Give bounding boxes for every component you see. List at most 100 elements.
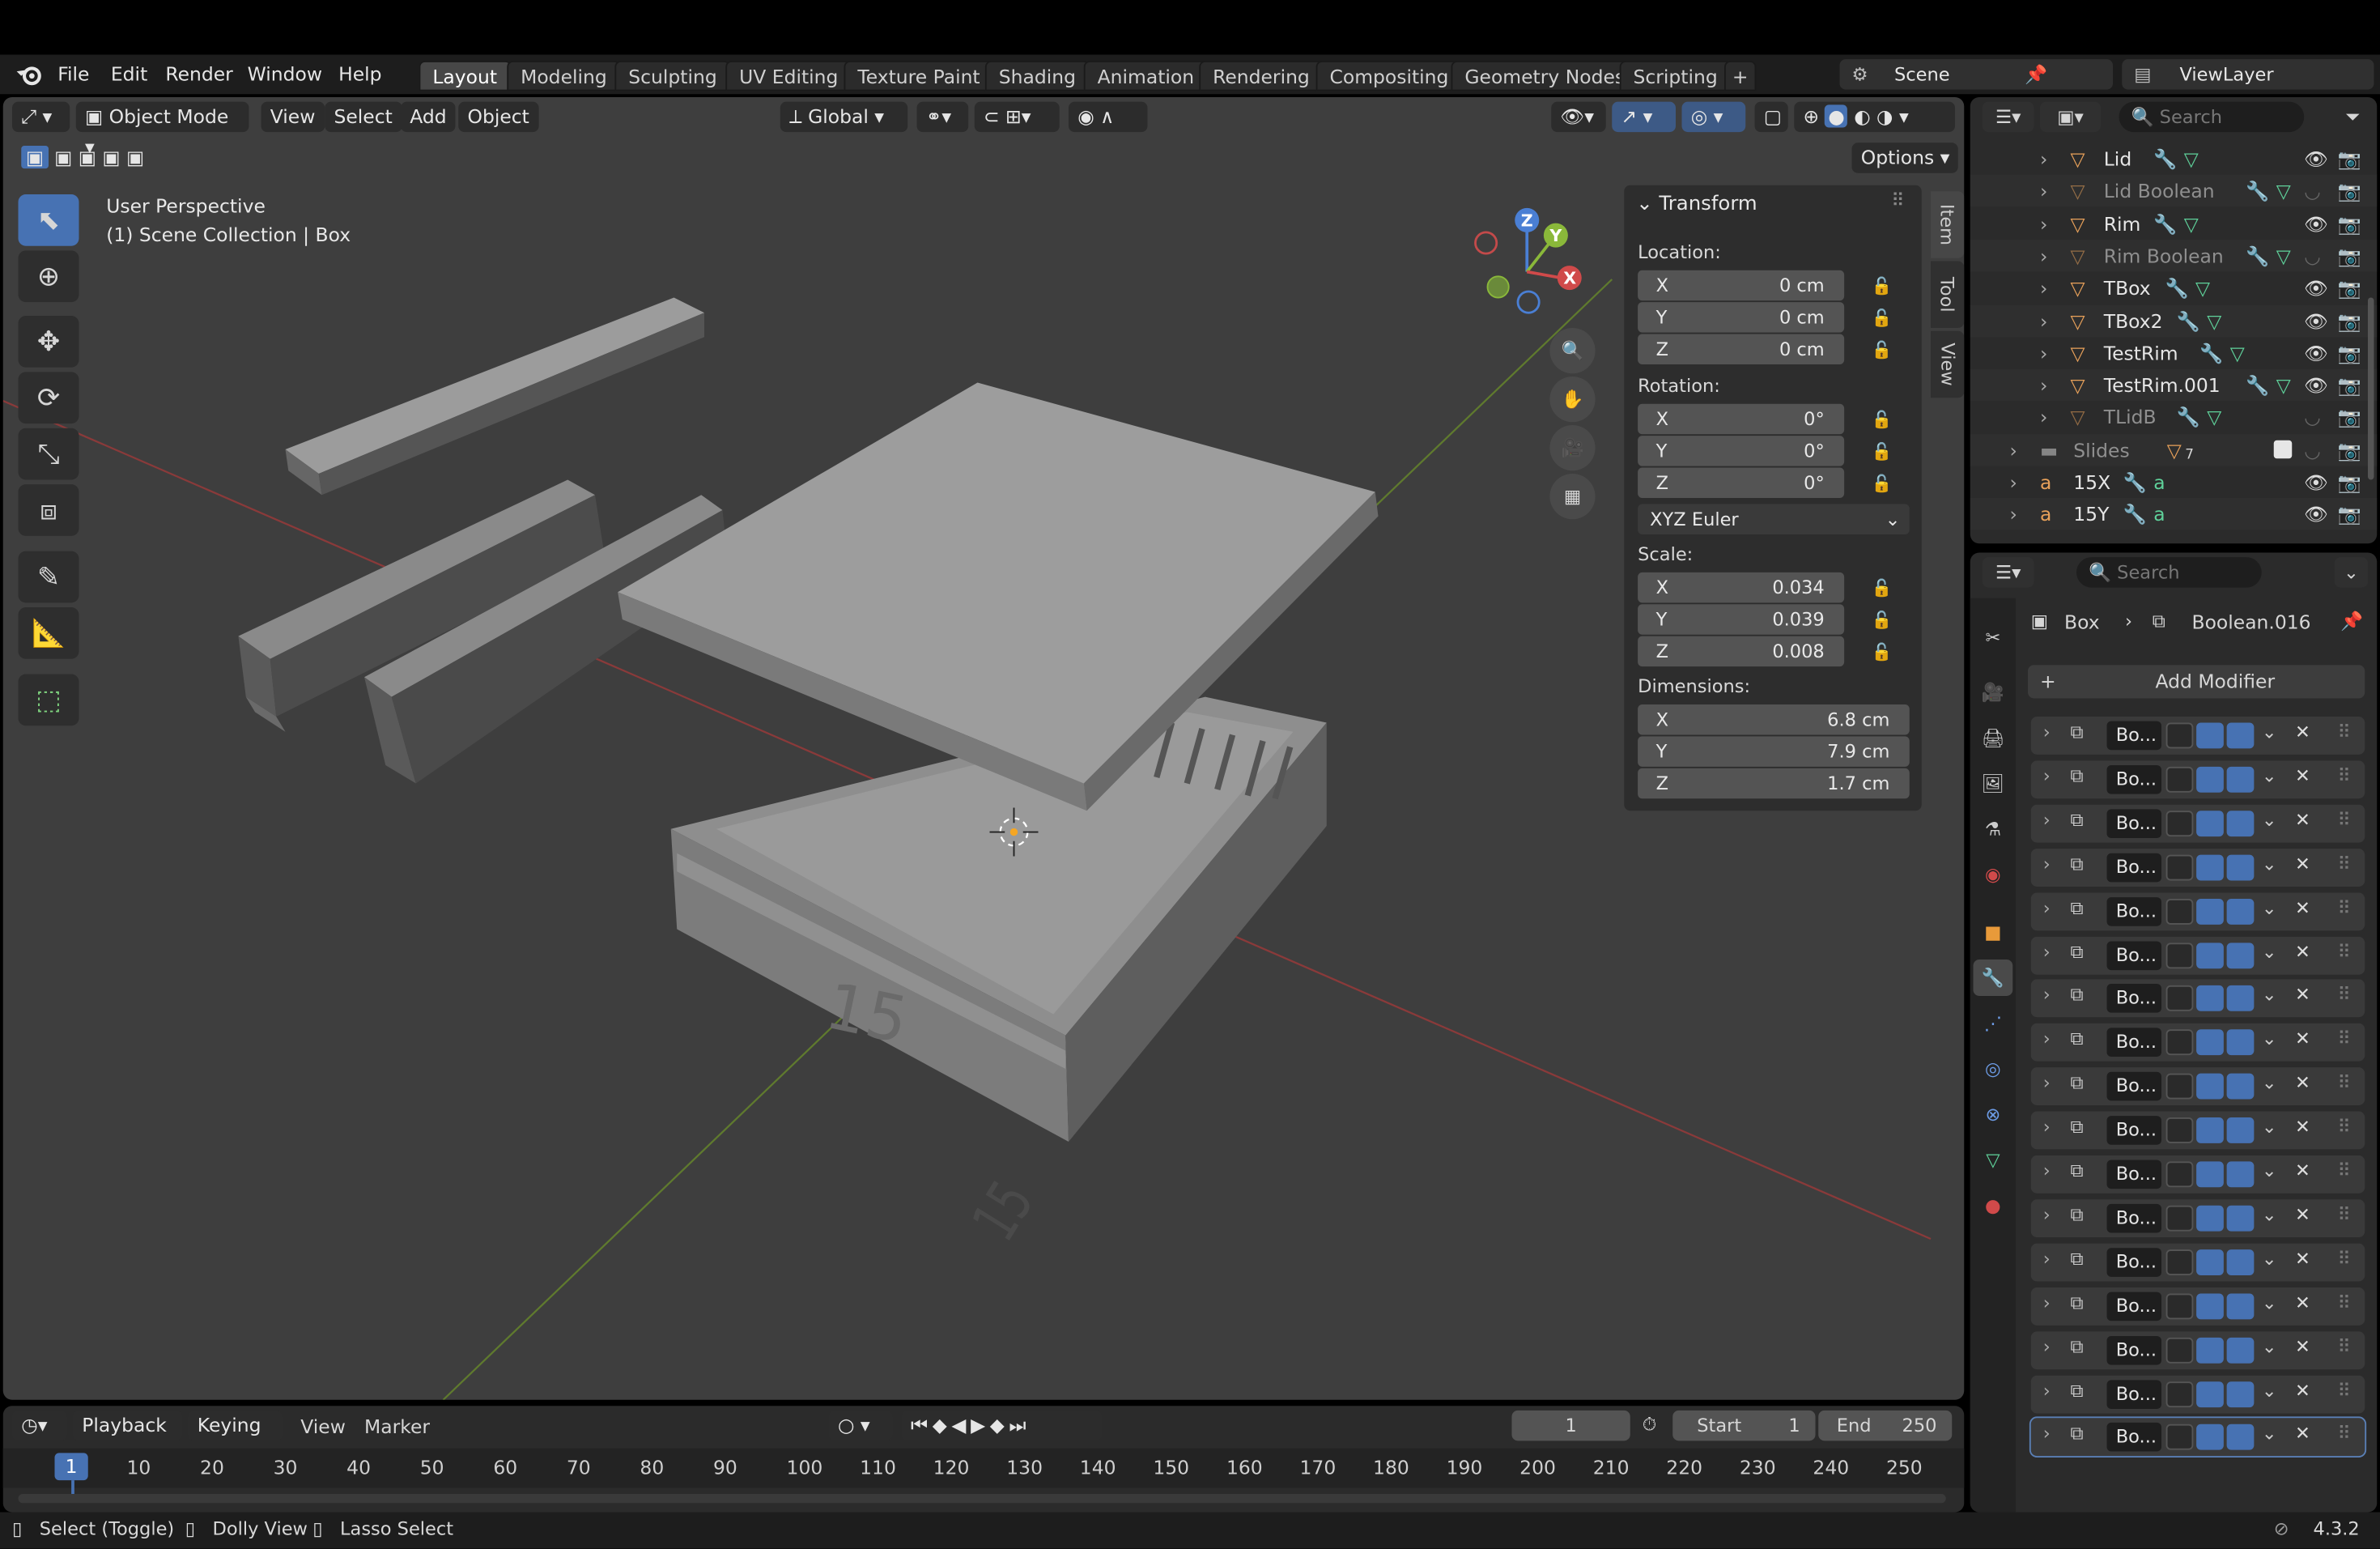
rendered-shading-icon[interactable]: ◑ [1876, 104, 1893, 127]
dimensions-y-field[interactable]: Y 7.9 cm [1638, 736, 1910, 767]
drag-handle-icon[interactable]: ⠿ [2338, 1335, 2351, 1356]
expand-arrow-icon[interactable]: › [2043, 765, 2051, 786]
material-props-icon[interactable]: ● [1974, 1187, 2013, 1223]
remove-modifier-icon[interactable]: ✕ [2295, 1160, 2310, 1181]
outliner-search-input[interactable]: 🔍 Search [2119, 101, 2305, 133]
viewport-display-icon[interactable] [2196, 722, 2224, 749]
outliner-item[interactable]: › ▬ Slides ▽ 7 ◡ 📷 [1970, 433, 2378, 466]
properties-search-input[interactable]: 🔍 Search [2076, 557, 2262, 588]
proportional-edit-toggle[interactable]: ◉ ∧ [1069, 101, 1148, 133]
lock-icon[interactable]: 🔓 [1872, 340, 1893, 360]
scale-z-field[interactable]: Z 0.008 [1638, 636, 1845, 667]
scale-x-field[interactable]: X 0.034 [1638, 572, 1845, 603]
render-toggle-icon[interactable] [2226, 898, 2255, 925]
expand-arrow-icon[interactable]: › [2043, 1160, 2051, 1181]
transform-tool[interactable]: ⧈ [18, 484, 79, 536]
eye-icon[interactable]: 👁 [2304, 207, 2328, 239]
render-toggle-icon[interactable] [2226, 985, 2255, 1012]
modifier-row[interactable]: › ⧉ Bo... ⌄ ✕ ⠿ [2030, 848, 2365, 887]
drag-handle-icon[interactable]: ⠿ [2338, 853, 2351, 874]
tab-sculpting[interactable]: Sculpting [614, 61, 731, 91]
modifier-row[interactable]: › ⧉ Bo... ⌄ ✕ ⠿ [2030, 1199, 2365, 1237]
tab-layout[interactable]: Layout [419, 61, 511, 91]
eye-closed-icon[interactable]: ◡ [2304, 240, 2320, 271]
cursor-tool[interactable]: ⊕ [18, 250, 79, 303]
location-x-field[interactable]: X 0 cm [1638, 270, 1845, 301]
tab-uv-editing[interactable]: UV Editing [725, 61, 852, 91]
overlay-toggle[interactable]: ◎ ▾ [1681, 101, 1746, 133]
render-camera-icon[interactable]: 📷 [2338, 369, 2361, 401]
stopwatch-icon[interactable]: ⏱ [1643, 1414, 1657, 1436]
camera-view-icon[interactable]: 🎥 [1549, 425, 1596, 471]
viewport-display-icon[interactable] [2196, 766, 2224, 793]
transform-header[interactable]: ⌄ Transform [1636, 193, 1757, 215]
remove-modifier-icon[interactable]: ✕ [2295, 1423, 2310, 1445]
expand-arrow-icon[interactable]: › [2040, 402, 2047, 433]
expand-arrow-icon[interactable]: › [2040, 369, 2047, 401]
render-toggle-icon[interactable] [2226, 1073, 2255, 1100]
viewport-display-icon[interactable] [2196, 1337, 2224, 1363]
expand-arrow-icon[interactable]: › [2043, 809, 2051, 830]
edit-mode-toggle-icon[interactable] [2165, 1292, 2194, 1319]
modifier-name-field[interactable]: Bo... [2106, 764, 2161, 794]
outliner-item[interactable]: › a 15X 🔧 a 👁 📷 [1970, 466, 2378, 498]
modifier-row[interactable]: › ⧉ Bo... ⌄ ✕ ⠿ [2030, 1023, 2365, 1062]
remove-modifier-icon[interactable]: ✕ [2295, 809, 2310, 830]
properties-editor-type[interactable]: ☰▾ [1982, 557, 2034, 588]
drag-handle-icon[interactable]: ⠿ [2338, 721, 2351, 743]
modifier-name-field[interactable]: Bo... [2106, 1379, 2161, 1409]
outliner-item[interactable]: › ▽ Rim 🔧 ▽ 👁 📷 [1970, 207, 2378, 239]
3d-viewport[interactable]: 15 15 Z Y X ⤢ ▾ ▣ Object Mode ▾ View Sel… [2, 97, 1965, 1400]
eye-closed-icon[interactable]: ◡ [2304, 402, 2320, 433]
modifier-name-field[interactable]: Bo... [2106, 940, 2161, 970]
expand-arrow-icon[interactable]: › [2040, 337, 2047, 368]
expand-arrow-icon[interactable]: › [2040, 304, 2047, 336]
outliner-item[interactable]: › ▽ TBox2 🔧 ▽ 👁 📷 [1970, 304, 2378, 337]
modifier-name-field[interactable]: Bo... [2106, 896, 2161, 926]
edit-mode-toggle-icon[interactable] [2165, 1073, 2194, 1100]
object-menu[interactable]: Object [458, 101, 539, 133]
sidebar-tab-item[interactable]: Item [1931, 191, 1965, 258]
expand-arrow-icon[interactable]: › [2043, 985, 2051, 1006]
chevron-down-icon[interactable]: ⌄ [2262, 1248, 2277, 1269]
drag-handle-icon[interactable]: ⠿ [2338, 1072, 2351, 1093]
pan-hand-icon[interactable]: ✋ [1549, 377, 1596, 423]
viewport-display-icon[interactable] [2196, 1117, 2224, 1144]
chevron-down-icon[interactable]: ⌄ [2262, 1292, 2277, 1313]
add-menu[interactable]: Add [401, 101, 456, 133]
render-camera-icon[interactable]: 📷 [2338, 402, 2361, 433]
jump-end-icon[interactable]: ⏭ [1009, 1414, 1031, 1436]
expand-arrow-icon[interactable]: › [2040, 143, 2047, 174]
chevron-down-icon[interactable]: ⌄ [2262, 985, 2277, 1006]
viewport-display-icon[interactable] [2196, 1381, 2224, 1407]
scene-props-icon[interactable]: ⚗ [1974, 811, 2013, 847]
outliner-item[interactable]: › ▽ Rim Boolean 🔧 ▽ ◡ 📷 [1970, 240, 2378, 272]
menu-edit[interactable]: Edit [111, 61, 147, 88]
viewport-display-icon[interactable] [2196, 1249, 2224, 1275]
lock-icon[interactable]: 🔓 [1872, 410, 1893, 429]
chevron-down-icon[interactable]: ⌄ [2262, 1160, 2277, 1181]
eye-icon[interactable]: 👁 [2304, 272, 2328, 304]
viewport-display-icon[interactable] [2196, 1292, 2224, 1319]
edit-mode-toggle-icon[interactable] [2165, 1117, 2194, 1144]
modifier-row[interactable]: › ⧉ Bo... ⌄ ✕ ⠿ [2030, 980, 2365, 1018]
eye-closed-icon[interactable]: ◡ [2304, 175, 2320, 206]
expand-arrow-icon[interactable]: › [2043, 1248, 2051, 1269]
gizmo-toggle[interactable]: ↗ ▾ [1612, 101, 1676, 133]
viewport-display-icon[interactable] [2196, 810, 2224, 836]
chevron-down-icon[interactable]: ⌄ [2262, 765, 2277, 786]
drag-handle-icon[interactable]: ⠿ [2338, 1379, 2351, 1400]
remove-modifier-icon[interactable]: ✕ [2295, 1116, 2310, 1137]
chevron-down-icon[interactable]: ⌄ [2262, 809, 2277, 830]
tab-scripting[interactable]: Scripting [1619, 61, 1732, 91]
eye-icon[interactable]: 👁 [2304, 143, 2328, 174]
viewport-display-icon[interactable] [2196, 1205, 2224, 1232]
render-toggle-icon[interactable] [2226, 766, 2255, 793]
rotation-z-field[interactable]: Z 0° [1638, 467, 1845, 498]
outliner-item[interactable]: › a 15Y 🔧 a 👁 📷 [1970, 498, 2378, 530]
world-props-icon[interactable]: ◉ [1974, 857, 2013, 893]
playback-menu[interactable]: Playback ▾ [73, 1410, 182, 1466]
modifier-name-field[interactable]: Bo... [2106, 1072, 2161, 1101]
object-props-icon[interactable]: ■ [1974, 914, 2013, 951]
eye-icon[interactable]: 👁 [2304, 369, 2328, 401]
